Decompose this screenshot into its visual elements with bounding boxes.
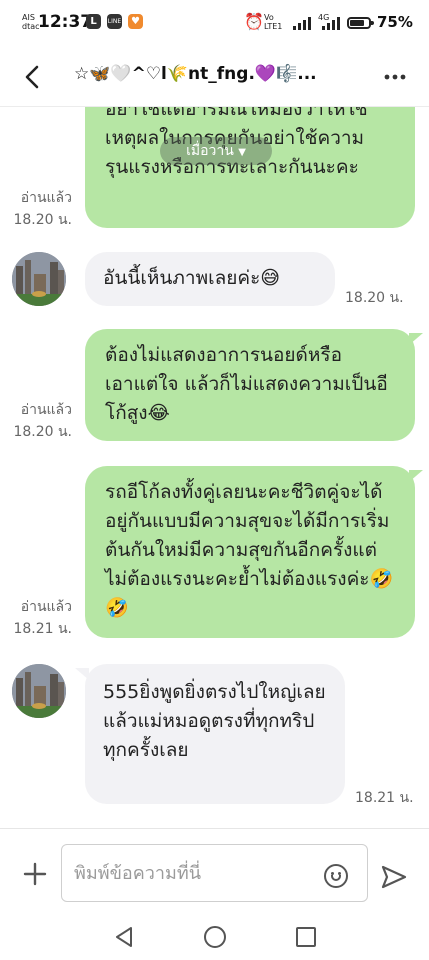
date-separator[interactable]: เมื่อวาน ▼ <box>160 137 272 165</box>
status-bar: AIS dtac 12:37 L LINE ♥ ⏰ Vo LTE1 4G 75% <box>0 0 429 48</box>
message-time: 18.20 น. <box>13 424 72 440</box>
send-icon <box>381 865 407 889</box>
send-button[interactable] <box>381 865 407 889</box>
message-time: 18.21 น. <box>355 790 414 806</box>
incoming-message-bubble[interactable]: อันนี้เห็นภาพเลยค่ะ😅 <box>85 252 335 306</box>
status-time: 12:37 <box>38 12 93 32</box>
nav-back-triangle-icon <box>116 927 132 947</box>
l-app-icon: L <box>86 14 101 29</box>
outgoing-message-bubble[interactable]: อย่าใช้แต่อารมณ์ให้มองว่าให้ใช้เหตุผลในก… <box>85 107 415 228</box>
volte-indicator: Vo LTE1 <box>264 13 282 31</box>
volte-line1: Vo <box>264 13 274 22</box>
read-receipt: อ่านแล้ว <box>20 599 72 615</box>
message-time: 18.21 น. <box>13 621 72 637</box>
battery-percent: 75% <box>377 13 413 31</box>
system-nav-bar <box>0 922 429 960</box>
message-input[interactable] <box>61 844 368 902</box>
message-meta: อ่านแล้ว 18.20 น. <box>0 187 72 231</box>
bubble-tail <box>409 333 423 345</box>
back-button[interactable] <box>18 62 48 92</box>
signal-icon-2 <box>322 16 342 30</box>
message-time: 18.20 น. <box>345 290 404 306</box>
nav-recents-button[interactable] <box>296 927 316 947</box>
message-meta: อ่านแล้ว 18.21 น. <box>0 596 72 640</box>
more-dots-icon <box>384 74 406 80</box>
line-app-icon: LINE <box>107 14 122 29</box>
incoming-message-bubble[interactable]: 555ยิ่งพูดยิ่งตรงไปใหญ่เลย แล้วแม่หมอดูต… <box>85 664 345 804</box>
message-list[interactable]: อย่าใช้แต่อารมณ์ให้มองว่าให้ใช้เหตุผลในก… <box>0 107 429 827</box>
date-separator-label: เมื่อวาน <box>186 143 234 159</box>
read-receipt: อ่านแล้ว <box>20 402 72 418</box>
nav-home-button[interactable] <box>204 926 226 948</box>
chevron-down-icon: ▼ <box>238 147 246 158</box>
message-time: 18.20 น. <box>13 212 72 228</box>
bubble-tail <box>75 668 89 680</box>
composer-bar <box>0 828 429 923</box>
outgoing-message-bubble[interactable]: ต้องไม่แสดงอาการนอยด์หรือเอาแต่ใจ แล้วก็… <box>85 329 415 441</box>
volte-line2: LTE1 <box>264 22 283 31</box>
message-meta: อ่านแล้ว 18.20 น. <box>0 399 72 443</box>
read-receipt: อ่านแล้ว <box>20 190 72 206</box>
battery-icon <box>347 17 374 29</box>
avatar[interactable] <box>12 252 66 306</box>
alarm-icon: ⏰ <box>244 12 264 31</box>
avatar-image <box>12 252 66 306</box>
heart-app-icon: ♥ <box>128 14 143 29</box>
bubble-tail <box>409 470 423 482</box>
add-attachment-button[interactable] <box>20 859 50 889</box>
avatar[interactable] <box>12 664 66 718</box>
plus-icon <box>23 862 47 886</box>
outgoing-message-bubble[interactable]: รถอีโก้ลงทั้งคู่เลยนะคะชีวิตคู่จะได้อยู่… <box>85 466 415 638</box>
signal-icon <box>293 16 313 30</box>
emoji-icon[interactable] <box>324 864 348 888</box>
chevron-left-icon <box>25 65 39 89</box>
avatar-image <box>12 664 66 718</box>
more-button[interactable] <box>380 62 410 92</box>
nav-back-button[interactable] <box>114 926 134 952</box>
chat-header: ☆🦋🤍^♡l🌾nt_fng.💜🎼... <box>0 48 429 107</box>
chat-title[interactable]: ☆🦋🤍^♡l🌾nt_fng.💜🎼... <box>74 64 364 84</box>
